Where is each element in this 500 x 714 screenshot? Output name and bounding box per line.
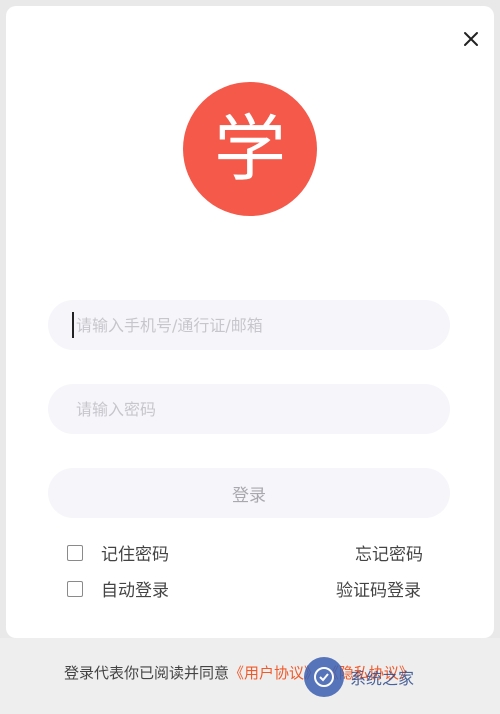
account-input[interactable] [74, 314, 450, 336]
login-button[interactable]: 登录 [48, 468, 450, 518]
password-input[interactable] [74, 398, 450, 420]
account-field[interactable] [48, 300, 450, 350]
close-icon [464, 32, 478, 46]
forgot-password-link[interactable]: 忘记密码 [355, 540, 423, 565]
remember-password-label: 记住密码 [101, 545, 169, 565]
logo-text: 学 [213, 107, 286, 191]
watermark-logo-icon [304, 657, 344, 697]
remember-password-option[interactable]: 记住密码 [67, 540, 169, 565]
remember-password-checkbox[interactable] [67, 544, 83, 561]
watermark: 系统之家 [304, 652, 494, 702]
sms-login-link[interactable]: 验证码登录 [336, 576, 421, 601]
agreement-prefix: 登录代表你已阅读并同意 [64, 664, 230, 682]
password-field[interactable] [48, 384, 450, 434]
app-logo: 学 [183, 82, 317, 216]
text-caret [72, 312, 74, 338]
close-button[interactable] [454, 22, 488, 56]
auto-login-option[interactable]: 自动登录 [67, 576, 169, 601]
auto-login-label: 自动登录 [101, 581, 169, 601]
watermark-text: 系统之家 [350, 669, 415, 688]
auto-login-checkbox[interactable] [67, 580, 83, 597]
